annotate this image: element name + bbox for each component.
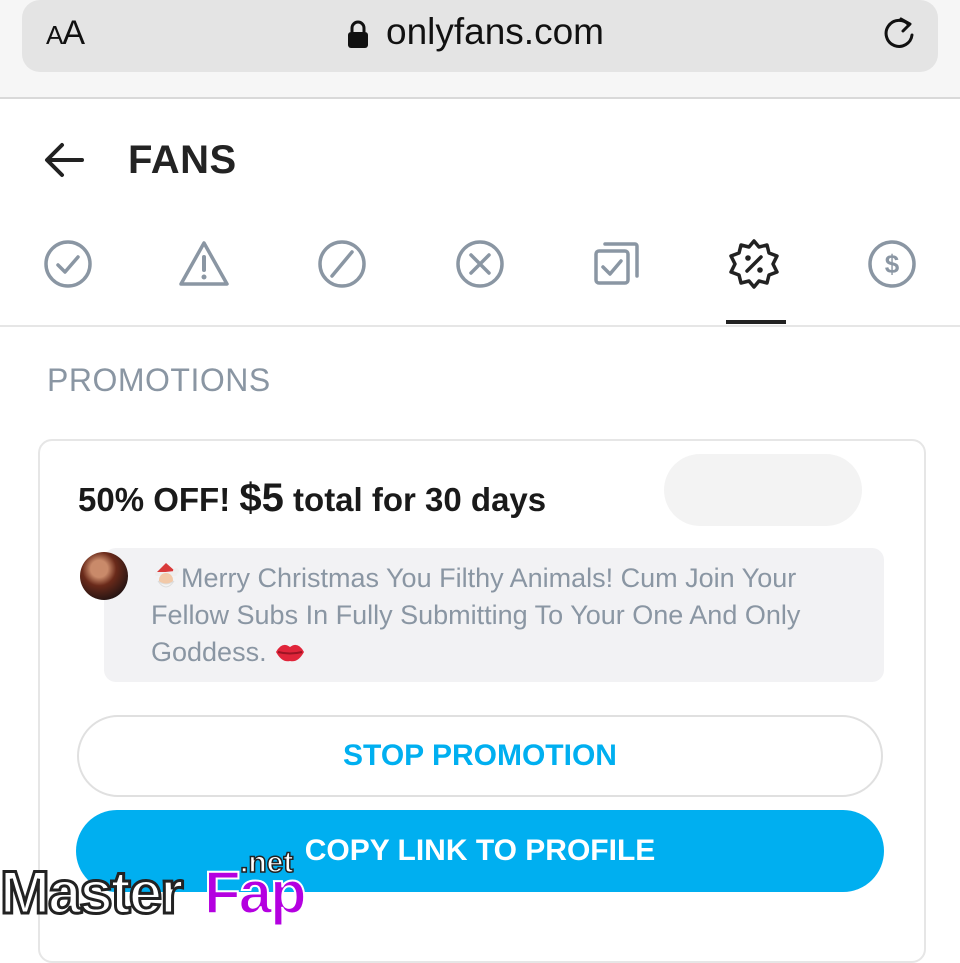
section-title: PROMOTIONS — [47, 362, 271, 398]
tab-earnings[interactable]: $ — [866, 238, 922, 294]
dollar-circle-icon: $ — [868, 240, 916, 288]
text-size-button[interactable]: AA — [46, 14, 85, 53]
promotion-discount: 50% OFF! — [78, 481, 231, 518]
tab-promotions[interactable] — [728, 238, 784, 294]
copy-check-icon — [594, 242, 639, 285]
promotion-title: 50% OFF! $5 total for 30 days — [78, 476, 546, 521]
tab-active-fans[interactable] — [42, 238, 98, 294]
page-title: FANS — [128, 138, 237, 182]
tab-lists[interactable] — [591, 238, 647, 294]
check-circle-icon — [44, 240, 92, 288]
watermark-logo-text: Master — [0, 858, 185, 928]
watermark-logo-suffix: .net — [239, 845, 294, 880]
svg-text:$: $ — [885, 249, 900, 279]
avatar[interactable] — [80, 552, 128, 600]
promotion-message: Merry Christmas You Filthy Animals! Cum … — [151, 563, 801, 667]
promotion-duration: total for 30 days — [293, 481, 547, 518]
stop-promotion-button[interactable]: STOP PROMOTION — [77, 715, 883, 797]
lock-icon — [348, 20, 368, 48]
blurred-region — [664, 454, 862, 526]
kiss-lips-emoji-icon — [276, 644, 305, 662]
copy-link-button[interactable]: COPY LINK TO PROFILE — [76, 810, 884, 892]
tab-blocked[interactable] — [454, 238, 510, 294]
santa-emoji-icon — [155, 563, 179, 588]
tab-restricted[interactable] — [316, 238, 372, 294]
blocked-circle-icon — [318, 240, 366, 288]
warning-triangle-icon — [179, 241, 229, 286]
active-tab-indicator — [726, 320, 786, 324]
reload-icon[interactable] — [879, 13, 919, 53]
back-arrow-icon[interactable] — [42, 137, 88, 183]
x-circle-icon — [456, 240, 504, 288]
tabs-divider — [0, 325, 960, 327]
tab-warnings[interactable] — [178, 238, 234, 294]
promotion-price: $5 — [239, 476, 284, 520]
url-text[interactable]: onlyfans.com — [386, 11, 604, 53]
promotion-badge-icon — [729, 239, 779, 289]
